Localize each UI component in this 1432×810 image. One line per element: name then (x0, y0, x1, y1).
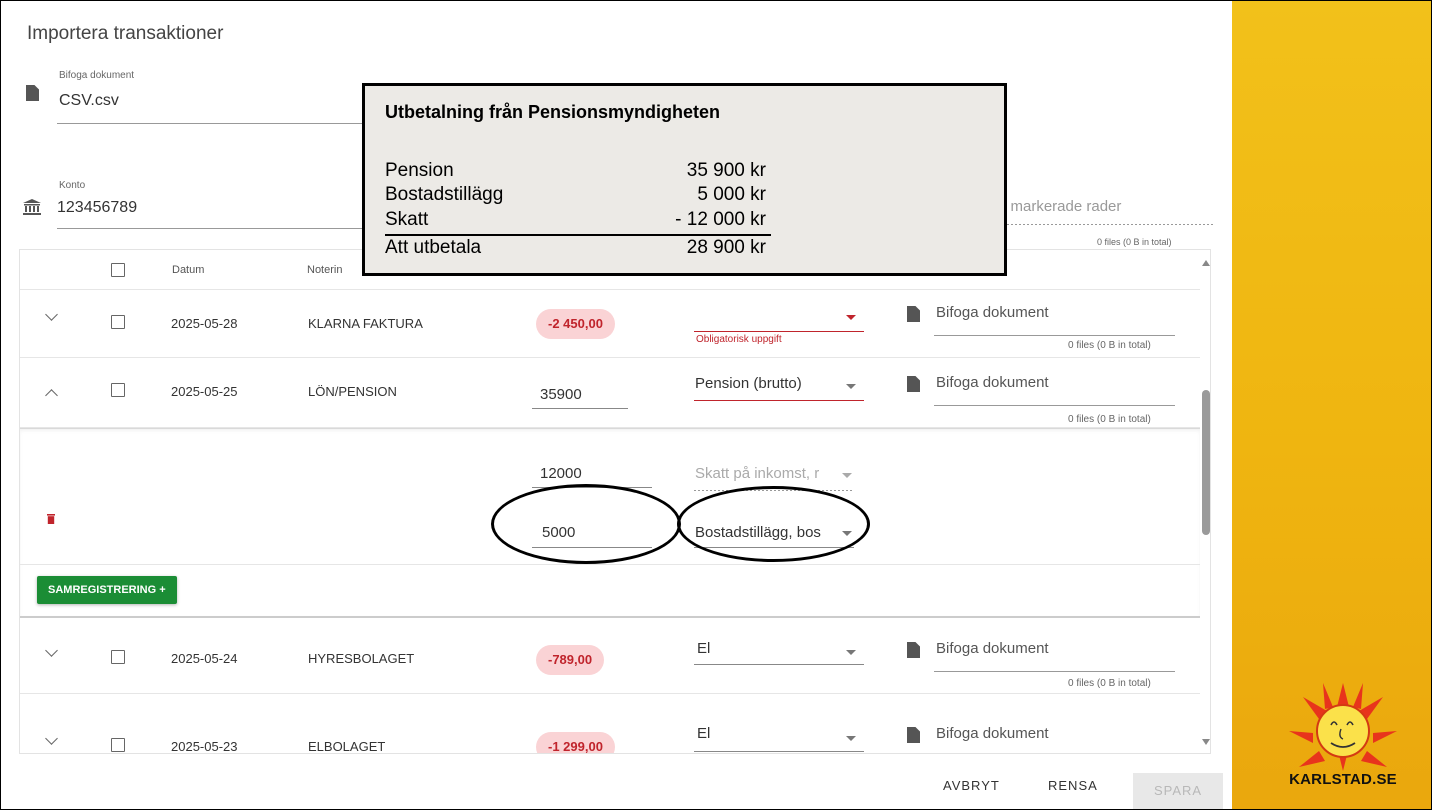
row-amount-underline (532, 408, 628, 409)
callout-label: Pension (385, 160, 454, 181)
table-row: 2025-05-28 KLARNA FAKTURA -2 450,00 Obli… (20, 290, 1200, 358)
split-category-select[interactable]: Skatt på inkomst, r (695, 465, 835, 482)
payment-callout-box: Utbetalning från Pensionsmyndigheten Pen… (362, 83, 1007, 276)
samregistrering-button[interactable]: SAMREGISTRERING + (37, 576, 177, 604)
row-category-error: Obligatorisk uppgift (696, 334, 782, 345)
column-header-date: Datum (172, 264, 205, 276)
callout-label: Att utbetala (385, 237, 482, 258)
callout-amount: 28 900 kr (686, 237, 766, 258)
row-attach-field[interactable]: Bifoga dokument (936, 304, 1049, 321)
row-checkbox[interactable] (111, 738, 125, 752)
cancel-button[interactable]: AVBRYT (943, 778, 1000, 793)
chevron-up-icon[interactable] (45, 389, 58, 402)
row-attach-underline (934, 671, 1175, 672)
split-amount-input[interactable]: 12000 (540, 465, 582, 482)
bulk-attach-placeholder[interactable]: l markerade rader (1003, 198, 1121, 215)
table-row: 2025-05-24 HYRESBOLAGET -789,00 El Bifog… (20, 618, 1200, 694)
row-attach-underline (934, 405, 1175, 406)
row-files-info: 0 files (0 B in total) (1068, 678, 1151, 689)
bulk-files-info: 0 files (0 B in total) (1097, 237, 1172, 247)
callout-title: Utbetalning från Pensionsmyndigheten (385, 102, 721, 122)
row-attach-field[interactable]: Bifoga dokument (936, 640, 1049, 657)
row-files-info: 0 files (0 B in total) (1068, 414, 1151, 425)
highlight-ellipse-category (677, 486, 870, 562)
scroll-down-arrow-icon[interactable] (1202, 739, 1210, 745)
slide: Importera transaktioner Bifoga dokument … (0, 0, 1432, 810)
row-category-select[interactable]: El (697, 725, 837, 742)
account-field-label: Konto (59, 180, 86, 191)
row-checkbox[interactable] (111, 315, 125, 329)
callout-amount: 35 900 kr (686, 160, 766, 181)
table-row: 2025-05-25 LÖN/PENSION 35900 Pension (br… (20, 358, 1200, 428)
row-category-underline (694, 331, 864, 332)
row-note: ELBOLAGET (308, 739, 386, 754)
file-icon[interactable] (907, 376, 920, 392)
row-attach-underline (934, 335, 1175, 336)
row-note: KLARNA FAKTURA (308, 316, 423, 331)
file-icon (26, 85, 39, 101)
attach-field-underline (57, 123, 377, 124)
row-category-underline (694, 400, 864, 401)
account-field-underline (57, 228, 377, 229)
row-amount-badge: -789,00 (536, 645, 605, 675)
row-category-select[interactable]: El (697, 640, 837, 657)
dropdown-arrow-icon[interactable] (846, 315, 856, 320)
row-category-underline (694, 751, 864, 752)
row-files-info: 0 files (0 B in total) (1068, 340, 1151, 351)
chevron-down-icon[interactable] (45, 308, 58, 321)
trash-icon[interactable] (47, 514, 55, 524)
dropdown-arrow-icon[interactable] (846, 650, 856, 655)
row-date: 2025-05-28 (171, 316, 238, 331)
chevron-down-icon[interactable] (45, 644, 58, 657)
dropdown-arrow-icon[interactable] (846, 384, 856, 389)
brand-name: KARLSTAD.SE (1289, 771, 1397, 788)
dropdown-arrow-icon[interactable] (846, 736, 856, 741)
scroll-up-arrow-icon[interactable] (1202, 260, 1210, 266)
select-all-checkbox[interactable] (111, 263, 125, 277)
row-note: LÖN/PENSION (308, 384, 397, 399)
split-divider (20, 564, 1200, 565)
attach-field-label: Bifoga dokument (59, 70, 135, 81)
callout-label: Skatt (385, 209, 429, 230)
file-icon[interactable] (907, 306, 920, 322)
row-category-underline (694, 664, 864, 665)
callout-sum-line (385, 234, 771, 236)
callout-amount: 5 000 kr (697, 184, 766, 205)
save-button[interactable]: SPARA (1133, 773, 1223, 809)
dropdown-arrow-icon[interactable] (842, 473, 852, 478)
bank-icon (23, 199, 41, 215)
row-date: 2025-05-24 (171, 651, 238, 666)
highlight-ellipse-amount (491, 484, 681, 564)
file-icon[interactable] (907, 642, 920, 658)
row-date: 2025-05-25 (171, 384, 238, 399)
table-row: 2025-05-23 ELBOLAGET -1 299,00 El Bifoga… (20, 694, 1200, 754)
row-checkbox[interactable] (111, 650, 125, 664)
file-icon[interactable] (907, 727, 920, 743)
callout-label: Bostadstillägg (385, 184, 504, 205)
chevron-down-icon[interactable] (45, 732, 58, 745)
row-checkbox[interactable] (111, 383, 125, 397)
row-category-select[interactable]: Pension (brutto) (695, 375, 835, 392)
account-field-value[interactable]: 123456789 (57, 199, 137, 217)
row-note: HYRESBOLAGET (308, 651, 415, 666)
row-date: 2025-05-23 (171, 739, 238, 754)
scrollbar-thumb[interactable] (1202, 390, 1210, 535)
row-amount-input[interactable]: 35900 (540, 386, 582, 403)
callout-amount: - 12 000 kr (675, 209, 766, 230)
row-amount-badge: -1 299,00 (536, 732, 615, 753)
column-header-note: Noterin (307, 264, 343, 276)
table-scrollbar[interactable] (1200, 250, 1210, 753)
bulk-attach-underline (1003, 224, 1213, 225)
clear-button[interactable]: RENSA (1048, 778, 1098, 793)
row-amount-badge: -2 450,00 (536, 309, 615, 339)
row-attach-field[interactable]: Bifoga dokument (936, 374, 1049, 391)
attach-field-value[interactable]: CSV.csv (59, 92, 119, 110)
row-attach-field[interactable]: Bifoga dokument (936, 725, 1049, 742)
dialog-title: Importera transaktioner (27, 23, 224, 44)
